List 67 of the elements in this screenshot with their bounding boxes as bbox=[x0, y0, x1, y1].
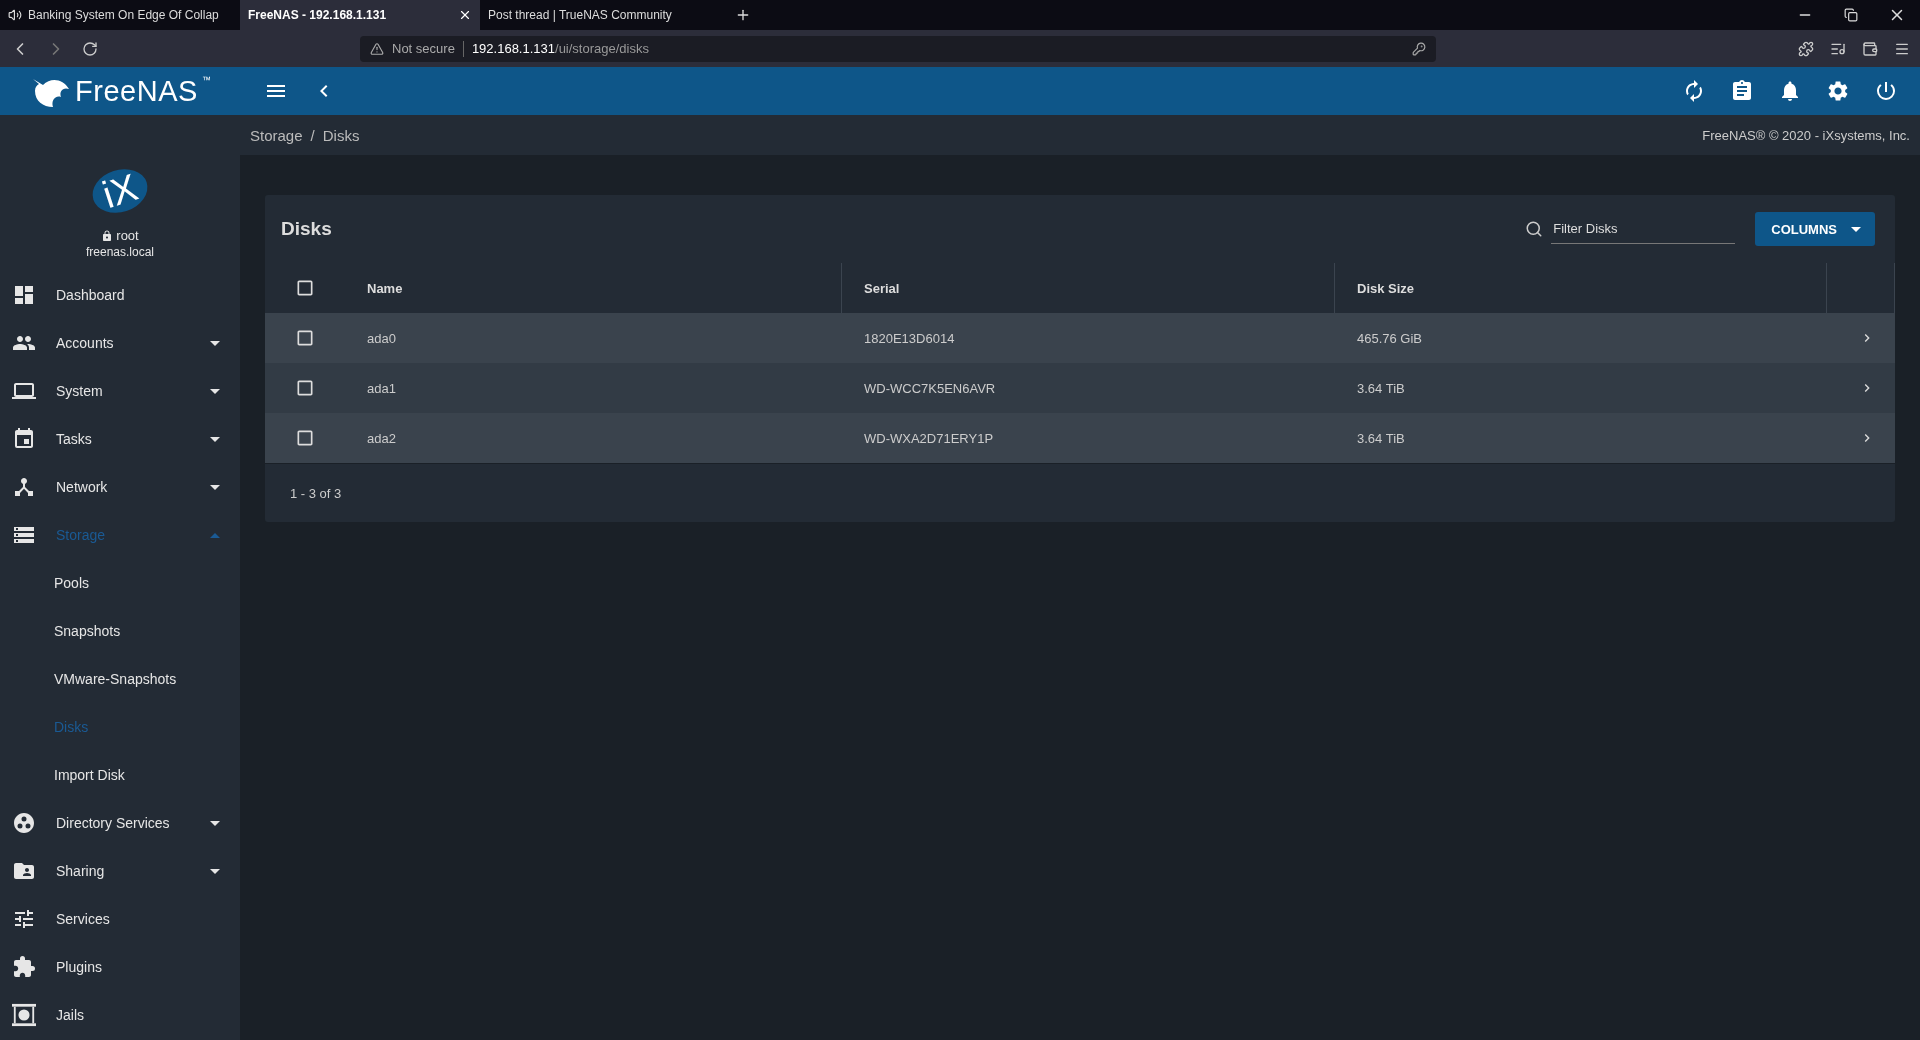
filter-field[interactable]: Filter Disks bbox=[1551, 214, 1736, 244]
lock-icon bbox=[101, 229, 114, 242]
nav-item[interactable]: Tasks bbox=[0, 415, 240, 463]
table-cell: 3.64 TiB bbox=[1335, 363, 1827, 413]
calendar-icon bbox=[12, 427, 36, 451]
puzzle-icon bbox=[12, 955, 36, 979]
puzzle-icon[interactable] bbox=[1798, 40, 1814, 57]
checkbox[interactable] bbox=[295, 278, 315, 298]
table-cell: ada0 bbox=[345, 313, 842, 363]
dashboard-icon bbox=[12, 283, 36, 307]
browser-tab[interactable]: Banking System On Edge Of Collap bbox=[0, 0, 240, 30]
breadcrumb-item[interactable]: Storage bbox=[250, 126, 303, 144]
warning-icon bbox=[370, 41, 384, 56]
url-host: 192.168.1.131 bbox=[471, 41, 555, 56]
sliders-icon bbox=[12, 907, 36, 931]
circle-dots-icon bbox=[12, 811, 36, 835]
table-cell: ada1 bbox=[345, 363, 842, 413]
nav-item[interactable]: Accounts bbox=[0, 319, 240, 367]
caret-down-icon bbox=[1851, 226, 1861, 232]
nav-subitem[interactable]: VMware-Snapshots bbox=[0, 655, 240, 703]
new-tab-icon[interactable] bbox=[735, 7, 751, 23]
settings-icon[interactable] bbox=[1826, 79, 1850, 103]
copyright-text: FreeNAS® © 2020 - iXsystems, Inc. bbox=[1702, 127, 1910, 143]
nav-item[interactable]: Dashboard bbox=[0, 271, 240, 319]
nav-subitem[interactable]: Snapshots bbox=[0, 607, 240, 655]
table-cell: WD-WCC7K5EN6AVR bbox=[842, 363, 1335, 413]
table-cell: 1820E13D6014 bbox=[842, 313, 1335, 363]
pager-text: 1 - 3 of 3 bbox=[265, 463, 1895, 522]
nav-item[interactable]: Jails bbox=[0, 991, 240, 1039]
brand-name: FreeNAS bbox=[75, 74, 198, 108]
nav-item[interactable]: System bbox=[0, 367, 240, 415]
close-icon[interactable] bbox=[458, 8, 472, 22]
columns-button[interactable]: COLUMNS bbox=[1755, 212, 1875, 246]
reload-icon[interactable] bbox=[82, 40, 98, 57]
nav-subitem[interactable]: Pools bbox=[0, 559, 240, 607]
key-icon[interactable] bbox=[1412, 41, 1426, 56]
nav-item[interactable]: Directory Services bbox=[0, 799, 240, 847]
power-icon[interactable] bbox=[1874, 79, 1898, 103]
checkbox[interactable] bbox=[295, 428, 315, 448]
clipboard-icon[interactable] bbox=[1730, 79, 1754, 103]
browser-tab[interactable]: FreeNAS - 192.168.1.131 bbox=[240, 0, 480, 30]
breadcrumb-separator: / bbox=[310, 126, 315, 144]
table-cell: 3.64 TiB bbox=[1335, 413, 1827, 463]
checkbox[interactable] bbox=[295, 378, 315, 398]
browser-tab[interactable]: Post thread | TrueNAS Community bbox=[480, 0, 720, 30]
nav-item[interactable]: Sharing bbox=[0, 847, 240, 895]
network-icon bbox=[12, 475, 36, 499]
security-label: Not secure bbox=[392, 41, 455, 56]
table-cell: ada2 bbox=[345, 413, 842, 463]
breadcrumb-item[interactable]: Disks bbox=[322, 126, 360, 144]
table-cell: 465.76 GiB bbox=[1335, 313, 1827, 363]
table-cell: WD-WXA2D71ERY1P bbox=[842, 413, 1335, 463]
jail-icon bbox=[12, 1003, 36, 1027]
nav-subitem[interactable]: Import Disk bbox=[0, 751, 240, 799]
trademark-sign: ™ bbox=[201, 75, 211, 85]
checkbox[interactable] bbox=[295, 328, 315, 348]
nav-item[interactable]: Services bbox=[0, 895, 240, 943]
nav-item[interactable]: Network bbox=[0, 463, 240, 511]
url-path: /ui/storage/disks bbox=[555, 41, 649, 56]
address-bar[interactable]: Not secure 192.168.1.131/ui/storage/disks bbox=[360, 35, 1436, 62]
restore-icon[interactable] bbox=[1844, 8, 1858, 22]
user-name: root bbox=[101, 228, 139, 243]
host-name: freenas.local bbox=[85, 245, 154, 259]
wallet-icon[interactable] bbox=[1862, 40, 1878, 57]
search-icon bbox=[1525, 220, 1544, 238]
nav-item[interactable]: Plugins bbox=[0, 943, 240, 991]
card-title: Disks bbox=[281, 218, 332, 240]
